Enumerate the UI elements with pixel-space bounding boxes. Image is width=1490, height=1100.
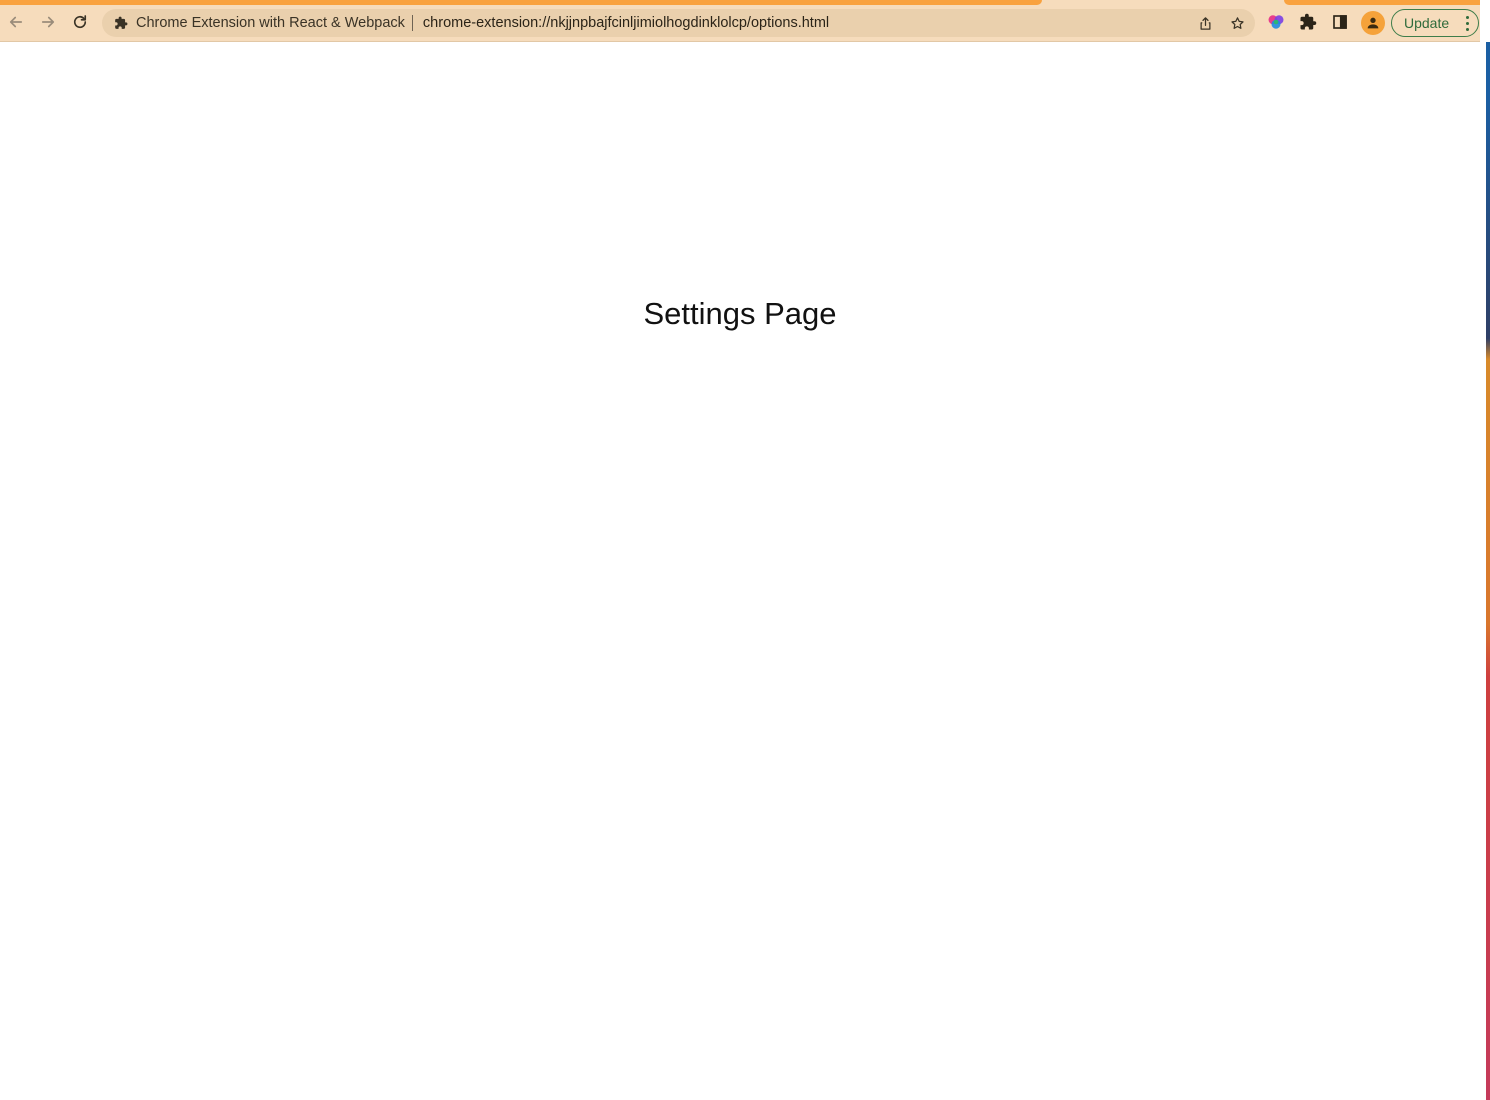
colorful-extension-icon [1268, 15, 1284, 29]
puzzle-piece-icon[interactable] [112, 14, 130, 32]
person-icon [1367, 17, 1379, 29]
puzzle-piece-icon [1300, 13, 1317, 30]
share-button[interactable] [1194, 13, 1216, 33]
update-button[interactable]: Update [1391, 9, 1479, 37]
arrow-right-icon [41, 16, 55, 28]
url-text[interactable]: chrome-extension://nkjjnpbajfcinljimiolh… [423, 15, 829, 31]
star-icon [1230, 16, 1244, 29]
colorful-extension-button[interactable] [1265, 11, 1287, 33]
browser-window: Chrome Extension with React & Webpack ch… [0, 0, 1490, 1100]
kebab-menu-icon[interactable] [1464, 16, 1470, 31]
bookmark-button[interactable] [1226, 13, 1248, 33]
omnibox-divider [411, 15, 413, 31]
page-content: Settings Page [0, 43, 1480, 1100]
arrow-left-icon [9, 16, 23, 28]
share-icon [1200, 16, 1210, 30]
address-bar[interactable]: Chrome Extension with React & Webpack ch… [102, 9, 1255, 37]
side-panel-icon [1333, 15, 1347, 29]
update-button-label: Update [1404, 15, 1450, 31]
back-button[interactable] [3, 9, 29, 35]
reload-icon [73, 15, 87, 29]
active-tab-strip [0, 0, 1042, 5]
profile-avatar[interactable] [1361, 11, 1385, 35]
side-panel-button[interactable] [1329, 11, 1351, 33]
desktop-background-strip [1486, 42, 1490, 1100]
reload-button[interactable] [67, 9, 93, 35]
browser-toolbar: Chrome Extension with React & Webpack ch… [0, 0, 1490, 42]
tab-strip-right [1284, 0, 1490, 5]
forward-button[interactable] [35, 9, 61, 35]
extensions-menu-button[interactable] [1297, 11, 1319, 33]
site-name-label: Chrome Extension with React & Webpack [136, 15, 405, 31]
page-title: Settings Page [643, 296, 837, 331]
